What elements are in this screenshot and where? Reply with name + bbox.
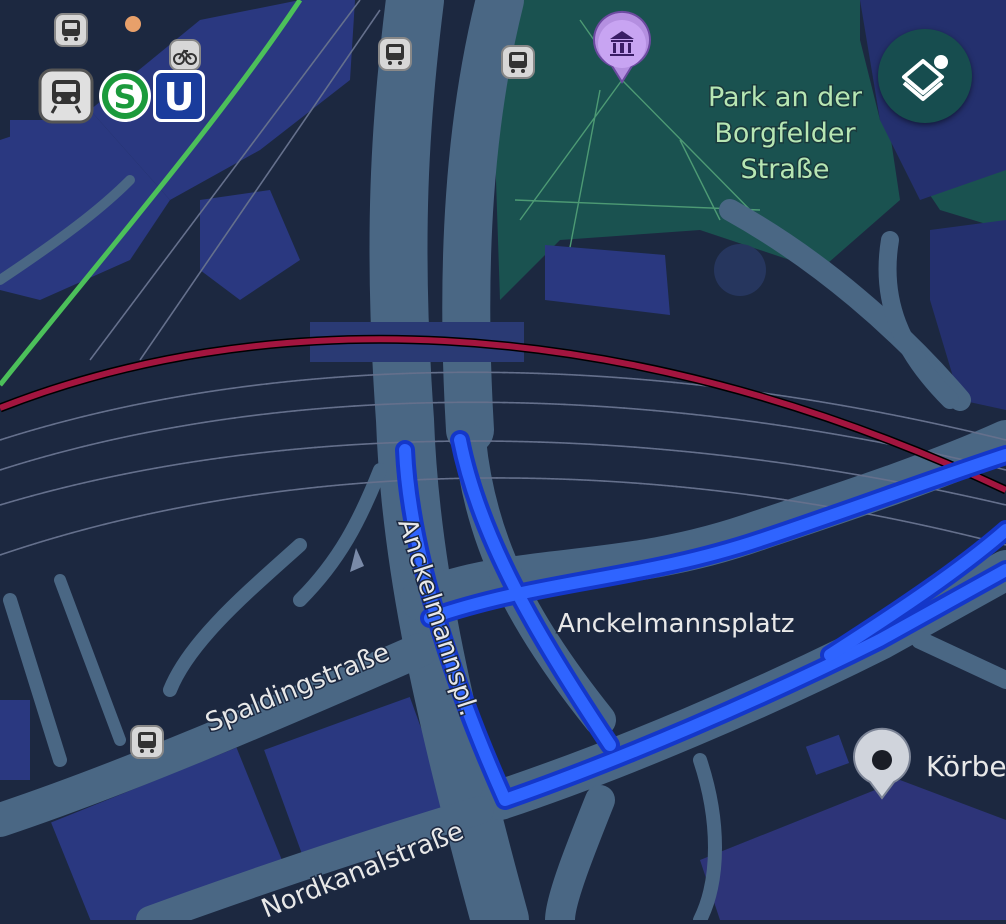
map-canvas[interactable]: Park an der Borgfelder Straße Anckelmann… [0, 0, 1006, 924]
poi-dot[interactable] [125, 16, 141, 32]
park-label-line1: Park an der [708, 82, 863, 113]
map-view[interactable]: Park an der Borgfelder Straße Anckelmann… [0, 0, 1006, 924]
s-bahn-icon[interactable]: S [99, 70, 151, 122]
tree-feature [714, 244, 766, 296]
koerber-label: Körbe [926, 750, 1006, 783]
layers-icon [902, 55, 948, 101]
park-label-line2: Borgfelder [714, 118, 856, 149]
bicycle-icon[interactable] [169, 39, 201, 71]
bus-stop-icon[interactable] [54, 13, 88, 47]
park-label-line3: Straße [741, 154, 830, 185]
u-bahn-icon[interactable]: U [153, 70, 205, 122]
train-icon[interactable] [38, 68, 94, 124]
bus-stop-icon[interactable] [501, 45, 535, 79]
layers-button[interactable] [878, 29, 972, 123]
bus-stop-icon[interactable] [378, 37, 412, 71]
bus-stop-icon[interactable] [130, 725, 164, 759]
u-bahn-label: U [164, 75, 195, 119]
anckelmannsplatz-label: Anckelmannsplatz [557, 609, 794, 639]
s-bahn-label: S [113, 78, 136, 116]
